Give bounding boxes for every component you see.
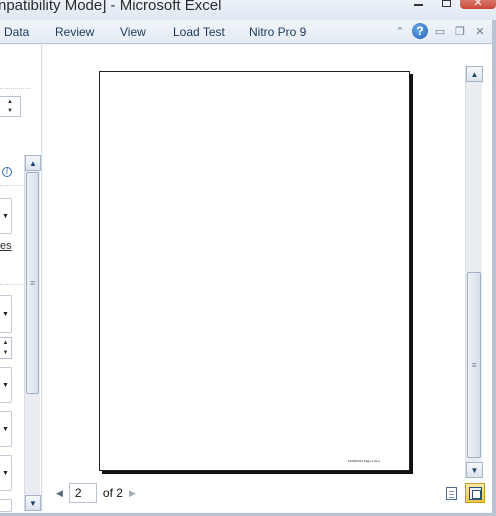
zoom-to-page-icon	[468, 486, 482, 500]
close-button[interactable]: ✕	[460, 0, 496, 9]
collation-dropdown[interactable]: ▼	[0, 367, 12, 403]
scroll-down-icon[interactable]: ▼	[25, 495, 41, 511]
margins-dropdown[interactable]	[0, 499, 12, 512]
collapse-ribbon-icon[interactable]: ⌃	[392, 23, 408, 39]
info-icon[interactable]: i	[2, 167, 12, 177]
window-controls: ✕	[404, 0, 496, 10]
printer-dropdown[interactable]: ▼	[0, 198, 12, 234]
printer-properties-link[interactable]: es	[0, 240, 12, 252]
workbook-close-icon[interactable]: ✕	[472, 23, 488, 39]
chevron-down-icon: ▼	[2, 212, 9, 220]
show-margins-button[interactable]	[441, 483, 461, 503]
previous-page-icon[interactable]: ◀	[56, 488, 63, 499]
preview-view-buttons	[441, 483, 485, 503]
tab-data[interactable]: Data	[4, 25, 29, 39]
window-title: npatibility Mode] - Microsoft Excel	[0, 0, 222, 14]
chevron-down-icon: ▼	[2, 425, 9, 433]
next-page-icon[interactable]: ▶	[129, 488, 136, 499]
divider	[0, 88, 30, 89]
workbook-restore-icon[interactable]: ❐	[452, 23, 468, 39]
paper-size-dropdown[interactable]: ▼	[0, 455, 12, 491]
spinner-up-icon[interactable]: ▲	[0, 338, 11, 348]
spinner-down-icon[interactable]: ▼	[0, 107, 20, 117]
spinner-up-icon[interactable]: ▲	[0, 97, 20, 107]
print-preview-area: 14/08/2014 Page 2 de 2	[43, 45, 492, 512]
preview-scrollbar[interactable]: ▲ ≡ ▼	[465, 66, 483, 478]
ribbon-tab-bar: Data Review View Load Test Nitro Pro 9 ⌃…	[0, 20, 492, 44]
page-count-label: of 2	[102, 486, 123, 500]
tab-review[interactable]: Review	[55, 25, 94, 39]
preview-page: 14/08/2014 Page 2 de 2	[99, 71, 410, 471]
ribbon-controls: ⌃ ? ▭ ❐ ✕	[392, 23, 488, 39]
print-settings-panel: ▲ ▼ i ▼ es ▼ ▲ ▼ ▼ ▼ ▼ ▲ ≡ ▼	[0, 45, 42, 512]
settings-scrollbar[interactable]: ▲ ≡ ▼	[24, 155, 41, 511]
maximize-button[interactable]	[432, 0, 460, 9]
tab-nitro-pro[interactable]: Nitro Pro 9	[249, 25, 306, 39]
title-bar: npatibility Mode] - Microsoft Excel ✕	[0, 0, 496, 20]
page-navigator: ◀ of 2 ▶	[56, 483, 136, 503]
excel-window: npatibility Mode] - Microsoft Excel ✕ Da…	[0, 0, 496, 516]
zoom-to-page-button[interactable]	[465, 483, 485, 503]
print-what-dropdown[interactable]: ▼	[0, 295, 12, 333]
chevron-down-icon: ▼	[2, 469, 9, 477]
grip-icon: ≡	[29, 278, 36, 288]
orientation-dropdown[interactable]: ▼	[0, 411, 12, 447]
scroll-up-icon[interactable]: ▲	[466, 66, 483, 82]
scroll-up-icon[interactable]: ▲	[25, 155, 41, 171]
grip-icon: ≡	[471, 360, 477, 370]
page-footer: 14/08/2014 Page 2 de 2	[347, 459, 380, 463]
tab-view[interactable]: View	[120, 25, 146, 39]
chevron-down-icon: ▼	[2, 381, 9, 389]
workbook-minimize-icon[interactable]: ▭	[432, 23, 448, 39]
current-page-input[interactable]	[68, 483, 97, 503]
pages-spinner[interactable]: ▲ ▼	[0, 337, 12, 359]
scroll-down-icon[interactable]: ▼	[466, 462, 483, 478]
close-icon: ✕	[473, 0, 483, 9]
minimize-icon	[413, 3, 423, 6]
scrollbar-thumb[interactable]: ≡	[467, 272, 481, 458]
show-margins-icon	[445, 486, 457, 500]
tab-load-test[interactable]: Load Test	[173, 25, 225, 39]
help-icon[interactable]: ?	[412, 23, 428, 39]
chevron-down-icon: ▼	[2, 310, 9, 318]
maximize-icon	[441, 0, 451, 7]
copies-spinner[interactable]: ▲ ▼	[0, 96, 21, 117]
spinner-down-icon[interactable]: ▼	[0, 348, 11, 358]
scrollbar-thumb[interactable]: ≡	[26, 172, 39, 394]
minimize-button[interactable]	[404, 0, 432, 9]
